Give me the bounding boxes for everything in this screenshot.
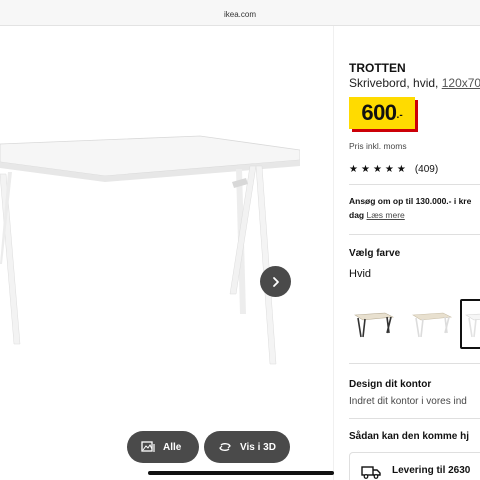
home-indicator[interactable] [148, 471, 334, 475]
divider [349, 363, 480, 364]
image-gallery-icon [141, 441, 155, 452]
color-swatch-white[interactable] [460, 299, 480, 349]
swatch-desk-thumbnail [465, 313, 480, 338]
swatch-desk-thumbnail [354, 312, 395, 338]
loan-text-line2: dag Læs mere [349, 208, 471, 222]
chevron-right-icon [272, 276, 279, 287]
vat-note: Pris inkl. moms [349, 141, 407, 151]
price-suffix: .- [396, 109, 403, 121]
product-gallery[interactable]: Alle Vis i 3D [0, 26, 333, 480]
divider [349, 184, 480, 185]
read-more-link[interactable]: Læs mere [367, 210, 405, 220]
design-office-title[interactable]: Design dit kontor [349, 379, 431, 390]
product-info-panel: TROTTEN Skrivebord, hvid, 120x70 600 .- … [349, 26, 480, 480]
choose-color-title: Vælg farve [349, 248, 401, 259]
divider [349, 234, 480, 235]
price-amount: 600 [361, 100, 397, 125]
url-text[interactable]: ikea.com [0, 10, 480, 19]
view-3d-button[interactable]: Vis i 3D [204, 431, 290, 463]
product-size-link[interactable]: 120x70 [442, 76, 480, 90]
price-tag: 600 .- [349, 97, 415, 129]
view-3d-label: Vis i 3D [240, 441, 276, 453]
delivery-option[interactable]: Levering til 2630 [349, 452, 480, 480]
product-type: Skrivebord, hvid, [349, 76, 439, 90]
loan-text-line1: Ansøg om op til 130.000.- i kre [349, 196, 472, 206]
swatch-desk-thumbnail [412, 312, 453, 338]
next-image-button[interactable] [260, 266, 291, 297]
product-description: Skrivebord, hvid, 120x70 [349, 76, 480, 90]
product-name: TROTTEN [349, 61, 406, 75]
selected-color-value: Hvid [349, 268, 372, 280]
delivery-title: Sådan kan den komme hj [349, 431, 470, 442]
loan-info: Ansøg om op til 130.000.- i kre dag Læs … [349, 194, 471, 222]
review-count: (409) [414, 164, 439, 175]
truck-icon [361, 466, 381, 479]
star-icon: ★ [372, 163, 382, 175]
star-icon: ★ [396, 163, 406, 175]
color-swatch-beige-anthracite[interactable] [349, 299, 397, 349]
delivery-text: Levering til 2630 [392, 465, 471, 476]
panel-divider [333, 26, 334, 480]
all-images-button[interactable]: Alle [127, 431, 199, 463]
rating[interactable]: ★ ★ ★ ★ ★ (409) [349, 164, 438, 175]
star-icon: ★ [360, 163, 370, 175]
color-swatch-beige-white[interactable] [407, 299, 455, 349]
product-image [0, 135, 300, 365]
divider [349, 418, 480, 419]
browser-url-bar[interactable]: ikea.com [0, 0, 480, 26]
rotate-3d-icon [219, 443, 231, 451]
loan-text-day: dag [349, 210, 365, 220]
all-images-label: Alle [163, 441, 182, 453]
star-icon: ★ [349, 163, 358, 175]
star-icon: ★ [384, 163, 394, 175]
design-office-text: Indret dit kontor i vores ind [349, 396, 467, 407]
